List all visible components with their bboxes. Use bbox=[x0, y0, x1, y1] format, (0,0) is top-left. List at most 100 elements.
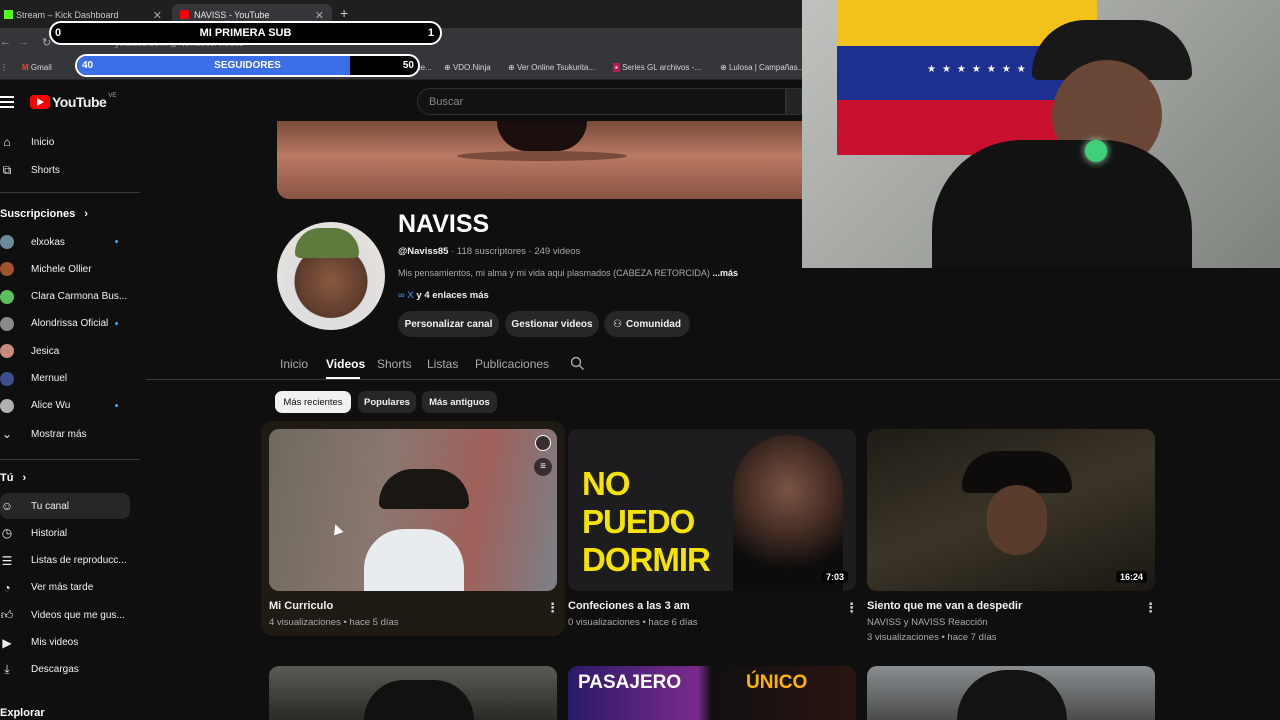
add-to-queue-icon[interactable]: ≡ bbox=[534, 458, 552, 476]
channel-counts: · 118 suscriptores · 249 videos bbox=[451, 246, 581, 257]
tabs-divider bbox=[146, 379, 1280, 380]
sub-goal-bar: 0 MI PRIMERA SUB 1 bbox=[49, 21, 442, 45]
video-menu-icon[interactable]: ⋮ bbox=[845, 600, 858, 616]
tab-inicio[interactable]: Inicio bbox=[280, 357, 308, 371]
home-icon: ⌂ bbox=[3, 135, 11, 149]
subscription-label: Jesica bbox=[31, 345, 60, 357]
customize-channel-button[interactable]: Personalizar canal bbox=[398, 311, 499, 337]
video-duration: 7:03 bbox=[821, 571, 848, 583]
bookmark-tsukurita[interactable]: ⊕ Ver Online Tsukurita... bbox=[508, 63, 595, 72]
show-more-button[interactable]: ⌄ Mostrar más bbox=[0, 421, 140, 447]
thumbnail-text: NO PUEDO DORMIR bbox=[582, 465, 711, 578]
clock-icon: ◔ bbox=[3, 580, 11, 595]
bookmark-apps-icon[interactable]: ⋮ bbox=[0, 63, 8, 72]
bookmark-vdo-ninja[interactable]: ⊕ VDO.Ninja bbox=[444, 63, 491, 72]
video-thumbnail[interactable] bbox=[269, 666, 557, 720]
banner-eye bbox=[497, 121, 587, 151]
video-menu-icon[interactable]: ⋮ bbox=[1144, 600, 1157, 616]
thumbnail-text: PASAJERO bbox=[578, 672, 682, 693]
download-icon: ⤓ bbox=[4, 662, 10, 677]
channel-avatar-icon bbox=[0, 344, 14, 359]
channel-avatar[interactable] bbox=[277, 222, 385, 330]
sidebar-item-you[interactable]: ⤓ Descargas bbox=[0, 657, 140, 683]
video-title[interactable]: Siento que me van a despedir bbox=[867, 600, 1022, 612]
chip-mas-antiguos[interactable]: Más antiguos bbox=[422, 391, 497, 413]
search-button[interactable] bbox=[786, 88, 802, 115]
bookmark-series-gl[interactable]: ▪ Series GL archivos -... bbox=[613, 63, 701, 72]
description-more-link[interactable]: ...más bbox=[712, 268, 738, 278]
x-link[interactable]: X bbox=[407, 290, 413, 301]
subscription-item[interactable]: Alice Wu bbox=[0, 393, 140, 419]
sidebar-item-you[interactable]: ◔ Ver más tarde bbox=[0, 575, 140, 601]
tab-shorts[interactable]: Shorts bbox=[377, 357, 412, 371]
avatar-hat bbox=[295, 228, 359, 258]
subscriptions-header[interactable]: Suscripciones › bbox=[0, 208, 88, 220]
video-menu-icon[interactable]: ⋮ bbox=[546, 600, 559, 616]
new-tab-button[interactable]: + bbox=[340, 5, 348, 21]
manage-videos-button[interactable]: Gestionar videos bbox=[505, 311, 599, 337]
video-thumbnail[interactable]: NO PUEDO DORMIR 7:03 bbox=[568, 429, 856, 591]
link-chain-icon: ∞ bbox=[398, 290, 405, 301]
sidebar-item-you[interactable]: 👍︎ Videos que me gus... bbox=[0, 602, 140, 628]
sidebar-item-inicio[interactable]: ⌂ Inicio bbox=[0, 129, 140, 155]
sidebar-item-you[interactable]: ◷ Historial bbox=[0, 520, 140, 546]
search-input[interactable]: Buscar bbox=[429, 96, 463, 108]
thumb-face bbox=[987, 485, 1047, 555]
hamburger-menu-icon[interactable] bbox=[0, 96, 14, 108]
sidebar-item-you[interactable]: ☰ Listas de reproducc... bbox=[0, 548, 140, 574]
video-channel[interactable]: NAVISS y NAVISS Reacción bbox=[867, 617, 988, 628]
history-icon: ◷ bbox=[1, 526, 13, 541]
tab-videos[interactable]: Videos bbox=[326, 357, 365, 371]
subscription-item[interactable]: Michele Ollier bbox=[0, 256, 140, 282]
sidebar-divider bbox=[0, 192, 140, 193]
more-links[interactable]: y 4 enlaces más bbox=[416, 290, 488, 301]
video-title[interactable]: Mi Curriculo bbox=[269, 600, 333, 612]
subscription-item[interactable]: Mernuel bbox=[0, 366, 140, 392]
subscription-item[interactable]: elxokas bbox=[0, 229, 140, 255]
thumbnail-text: ÚNICO bbox=[746, 672, 808, 693]
youtube-wordmark: YouTube bbox=[52, 94, 107, 110]
subscription-item[interactable]: Alondrissa Oficial bbox=[0, 311, 140, 337]
subscription-item[interactable]: Clara Carmona Bus... bbox=[0, 284, 140, 310]
you-header[interactable]: Tú › bbox=[0, 472, 26, 484]
sidebar-item-shorts[interactable]: ⧉ Shorts bbox=[0, 157, 140, 183]
video-meta: 4 visualizaciones • hace 5 días bbox=[269, 617, 399, 628]
back-icon[interactable]: ← bbox=[0, 36, 11, 48]
video-thumbnail[interactable]: ≡ bbox=[269, 429, 557, 591]
chip-populares[interactable]: Populares bbox=[358, 391, 416, 413]
globe-icon: ⊕ bbox=[444, 63, 451, 72]
youtube-logo[interactable]: YouTube VE bbox=[30, 93, 117, 110]
sidebar-item-you[interactable]: ☺ Tu canal bbox=[0, 493, 130, 519]
video-thumbnail[interactable] bbox=[867, 666, 1155, 720]
channel-avatar-icon bbox=[0, 262, 14, 277]
subscription-label: Alondrissa Oficial bbox=[31, 318, 109, 330]
video-thumbnail[interactable]: PASAJERO ÚNICO bbox=[568, 666, 856, 720]
video-title[interactable]: Confeciones a las 3 am bbox=[568, 600, 690, 612]
chip-mas-recientes[interactable]: Más recientes bbox=[275, 391, 351, 413]
forward-icon[interactable]: → bbox=[18, 36, 29, 48]
sidebar-item-label: Tu canal bbox=[31, 500, 69, 512]
follower-goal-label: SEGUIDORES bbox=[214, 60, 281, 71]
bookmark-gmail[interactable]: M Gmail bbox=[22, 63, 52, 72]
channel-avatar-icon bbox=[0, 235, 14, 249]
thumb-shirt bbox=[364, 529, 464, 591]
video-thumbnail[interactable]: 16:24 bbox=[867, 429, 1155, 591]
sidebar-divider bbox=[0, 459, 140, 460]
video-icon: ▶ bbox=[2, 635, 12, 650]
follower-goal-bar: 40 SEGUIDORES 50 bbox=[75, 54, 420, 77]
tab-listas[interactable]: Listas bbox=[427, 357, 458, 371]
country-code: VE bbox=[108, 93, 117, 99]
community-button[interactable]: ⚇ Comunidad bbox=[604, 311, 690, 337]
sidebar-item-you[interactable]: ▶ Mis videos bbox=[0, 630, 140, 656]
bookmark-lulosa[interactable]: ⊕ Lulosa | Campañas... bbox=[720, 63, 804, 72]
tab-publicaciones[interactable]: Publicaciones bbox=[475, 357, 549, 371]
sidebar-item-label: Mis videos bbox=[31, 637, 79, 648]
channel-search-icon[interactable] bbox=[570, 356, 585, 371]
subscription-item[interactable]: Jesica bbox=[0, 338, 140, 364]
watch-later-icon[interactable] bbox=[535, 435, 551, 451]
channel-description[interactable]: Mis pensamientos, mi alma y mi vida aqui… bbox=[398, 268, 738, 278]
kick-icon bbox=[4, 10, 13, 19]
search-box[interactable]: Buscar bbox=[417, 88, 786, 115]
channel-links[interactable]: ∞ X y 4 enlaces más bbox=[398, 290, 489, 301]
tab-label: Stream – Kick Dashboard bbox=[16, 10, 119, 20]
